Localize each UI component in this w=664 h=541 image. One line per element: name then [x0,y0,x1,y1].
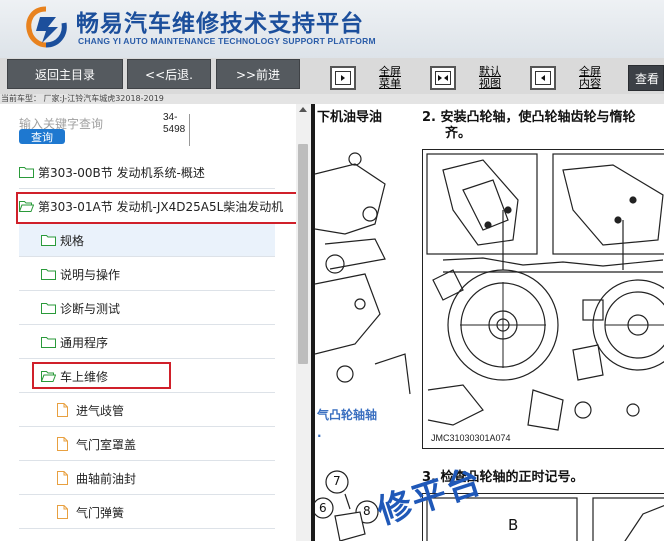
tree-item-label: 气门弹簧 [76,505,125,520]
logo-icon [26,6,67,48]
tree-item-label: 规格 [60,233,85,248]
default-view-label-line2: 视图 [479,77,501,90]
tree-item-label: 说明与操作 [60,267,121,282]
left-caption-dot: . [317,426,322,440]
camshaft-diagram: JMC31030301A074 [422,149,664,449]
callout-6: 6 [319,501,327,515]
folder-icon [19,166,34,178]
fullscreen-menu-label-line2: 菜单 [379,77,401,90]
left-caption: 气凸轮轴轴 [317,408,378,422]
back-button[interactable]: <<后退. [127,59,211,89]
search-button[interactable]: 查询 [19,129,65,144]
view-button[interactable]: 查看 [628,65,664,91]
result-count-top: 34- [163,112,178,123]
forward-button[interactable]: >>前进 [216,59,300,89]
default-view-label[interactable]: 默认 视图 [476,66,504,90]
fullscreen-menu-label[interactable]: 全屏 菜单 [376,66,404,90]
vehicle-path: 当前车型： 厂家:J-江铃汽车城虎32018-2019 [0,94,664,104]
tree-item-label: 曲轴前油封 [76,471,137,486]
scroll-up-arrow-icon[interactable] [299,107,307,112]
tree-item-diagnosis[interactable]: 诊断与测试 [19,292,275,325]
highlight-box [32,362,171,389]
document-icon [57,505,68,519]
toolbar: 返回主目录 <<后退. >>前进 全屏 菜单 默认 视图 全屏 内容 查看 [0,58,664,94]
fullscreen-content-label-line2: 内容 [579,77,601,90]
header: 畅易汽车维修技术支持平台 CHANG YI AUTO MAINTENANCE T… [0,0,664,58]
document-icon [57,403,68,417]
tree-item-label: 进气歧管 [76,403,125,418]
search-area: 查询 34- 5498 [0,104,295,156]
tree-item-crankshaft-seal[interactable]: 曲轴前油封 [19,462,275,495]
document-icon [57,471,68,485]
tree-item-specs[interactable]: 规格 [19,224,275,257]
default-view-icon[interactable] [430,66,456,90]
folder-icon [41,234,56,246]
sidebar: 查询 34- 5498 第303-00B节 发动机系统-概述 第303-01A节… [0,104,311,541]
tree-item-label: 诊断与测试 [60,301,121,316]
app-subtitle: CHANG YI AUTO MAINTENANCE TECHNOLOGY SUP… [78,36,376,46]
tree-item-valve-cover[interactable]: 气门室罩盖 [19,428,275,461]
tree-item-engine-overview[interactable]: 第303-00B节 发动机系统-概述 [19,156,275,189]
left-heading: 下机油导油 [317,110,383,125]
tree-item-valve-spring[interactable]: 气门弹簧 [19,496,275,529]
document-icon [57,437,68,451]
highlight-box [16,192,301,224]
fullscreen-menu-icon[interactable] [330,66,356,90]
tree-item-label: 第303-00B节 发动机系统-概述 [38,165,205,180]
back-to-main-button[interactable]: 返回主目录 [7,59,123,89]
scroll-thumb[interactable] [298,144,308,364]
figure-code: JMC31030301A074 [431,433,511,443]
result-count: 34- 5498 [163,112,185,136]
fullscreen-content-label[interactable]: 全屏 内容 [576,66,604,90]
manual-content: 下机油导油 2. 安装凸轮轴，使凸轮轴齿轮与惰轮 齐。 气凸轮轴轴 . JMC3… [311,104,664,541]
sidebar-scrollbar[interactable] [296,104,311,541]
engine-drawing-left [315,152,411,395]
label-b: B [508,516,519,534]
tree-item-intake-manifold[interactable]: 进气歧管 [19,394,275,427]
app-title: 畅易汽车维修技术支持平台 [76,11,364,37]
tree-item-general-procedures[interactable]: 通用程序 [19,326,275,359]
tree-item-description[interactable]: 说明与操作 [19,258,275,291]
callout-8: 8 [363,504,371,518]
folder-icon [41,336,56,348]
tree-item-label: 通用程序 [60,335,109,350]
step2-text-cont: 齐。 [445,126,472,141]
callout-7: 7 [333,474,341,488]
tree-item-label: 气门室罩盖 [76,437,137,452]
folder-icon [41,268,56,280]
camshaft-drawing [426,153,664,431]
result-count-bottom: 5498 [163,124,186,135]
divider [189,114,190,146]
fullscreen-content-icon[interactable] [530,66,556,90]
folder-icon [41,302,56,314]
